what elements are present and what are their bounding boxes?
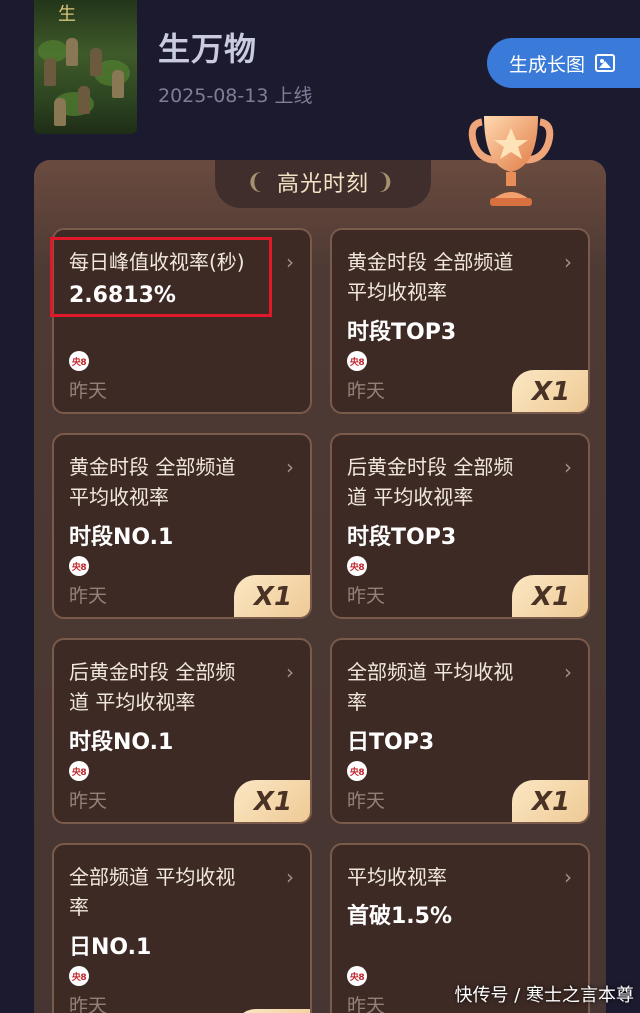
- card-metric: 黄金时段 全部频道: [69, 455, 236, 479]
- card-day: 昨天: [69, 995, 108, 1013]
- chevron-right-icon: ›: [564, 455, 572, 479]
- card-value: 日NO.1: [69, 935, 152, 960]
- trophy-icon: [468, 116, 554, 206]
- card-day: 昨天: [347, 995, 386, 1013]
- highlight-card[interactable]: 全部频道 平均收视 率 › 日NO.1 央8 昨天 X1: [52, 843, 312, 1013]
- image-icon: [595, 54, 616, 72]
- card-value: 首破1.5%: [347, 904, 453, 929]
- card-day: 昨天: [347, 790, 386, 812]
- channel-badge-icon: 央8: [69, 556, 89, 576]
- card-day: 昨天: [69, 790, 108, 812]
- card-value: 时段NO.1: [69, 525, 174, 550]
- card-metric-line2: 道 平均收视率: [347, 485, 474, 509]
- card-metric: 全部频道 平均收视: [347, 660, 514, 684]
- chevron-right-icon: ›: [564, 660, 572, 684]
- panel-title: 高光时刻: [276, 172, 369, 197]
- highlight-card[interactable]: 全部频道 平均收视 率 › 日TOP3 央8 昨天 X1: [330, 638, 590, 824]
- card-metric: 全部频道 平均收视: [69, 865, 236, 889]
- multiplier-badge: X1: [234, 1009, 310, 1013]
- release-date: 2025-08-13 上线: [158, 85, 313, 107]
- card-metric: 黄金时段 全部频道: [347, 250, 514, 274]
- channel-badge-icon: 央8: [69, 761, 89, 781]
- card-metric-line2: 平均收视率: [69, 485, 169, 509]
- channel-badge-icon: 央8: [347, 556, 367, 576]
- chevron-right-icon: ›: [286, 660, 294, 684]
- card-metric-line2: 率: [347, 690, 367, 714]
- poster-figure: [90, 48, 102, 76]
- channel-badge-icon: 央8: [347, 761, 367, 781]
- card-value: 时段NO.1: [69, 730, 174, 755]
- card-day: 昨天: [69, 585, 108, 607]
- card-metric-line2: 道 平均收视率: [69, 690, 196, 714]
- channel-badge-icon: 央8: [69, 351, 89, 371]
- generate-button-label: 生成长图: [509, 53, 586, 76]
- chevron-right-icon: ›: [564, 865, 572, 889]
- card-metric: 后黄金时段 全部频: [69, 660, 236, 684]
- card-value: 日TOP3: [347, 730, 435, 755]
- channel-badge-icon: 央8: [347, 966, 367, 986]
- multiplier-badge: X1: [512, 370, 588, 412]
- channel-badge-icon: 央8: [69, 966, 89, 986]
- show-title: 生万物: [158, 30, 258, 68]
- card-metric-line2: 平均收视率: [347, 280, 447, 304]
- generate-long-image-button[interactable]: 生成长图: [487, 38, 640, 88]
- poster-figure: [54, 98, 66, 126]
- multiplier-badge: X1: [234, 575, 310, 617]
- card-day: 昨天: [347, 585, 386, 607]
- highlight-card[interactable]: 后黄金时段 全部频 道 平均收视率 › 时段TOP3 央8 昨天 X1: [330, 433, 590, 619]
- poster-figure: [44, 58, 56, 86]
- card-value: 时段TOP3: [347, 525, 457, 550]
- card-day: 昨天: [69, 380, 108, 402]
- channel-badge-icon: 央8: [347, 351, 367, 371]
- poster-title-glyph: 生: [58, 4, 76, 25]
- card-metric: 平均收视率: [347, 865, 447, 889]
- show-poster[interactable]: 生: [34, 0, 137, 134]
- highlight-annotation-box: [50, 237, 272, 317]
- chevron-right-icon: ›: [286, 250, 294, 274]
- highlight-card[interactable]: 黄金时段 全部频道 平均收视率 › 时段TOP3 央8 昨天 X1: [330, 228, 590, 414]
- poster-figure: [66, 38, 78, 66]
- card-metric-line2: 率: [69, 895, 89, 919]
- chevron-right-icon: ›: [564, 250, 572, 274]
- highlight-card[interactable]: 黄金时段 全部频道 平均收视率 › 时段NO.1 央8 昨天 X1: [52, 433, 312, 619]
- chevron-right-icon: ›: [286, 455, 294, 479]
- card-metric: 后黄金时段 全部频: [347, 455, 514, 479]
- multiplier-badge: X1: [512, 780, 588, 822]
- card-day: 昨天: [347, 380, 386, 402]
- multiplier-badge: X1: [512, 575, 588, 617]
- card-value: 时段TOP3: [347, 320, 457, 345]
- highlight-card[interactable]: 后黄金时段 全部频 道 平均收视率 › 时段NO.1 央8 昨天 X1: [52, 638, 312, 824]
- chevron-right-icon: ›: [286, 865, 294, 889]
- poster-figure: [78, 86, 90, 114]
- multiplier-badge: X1: [234, 780, 310, 822]
- poster-figure: [112, 70, 124, 98]
- source-watermark: 快传号 / 寒士之言本尊: [454, 985, 634, 1006]
